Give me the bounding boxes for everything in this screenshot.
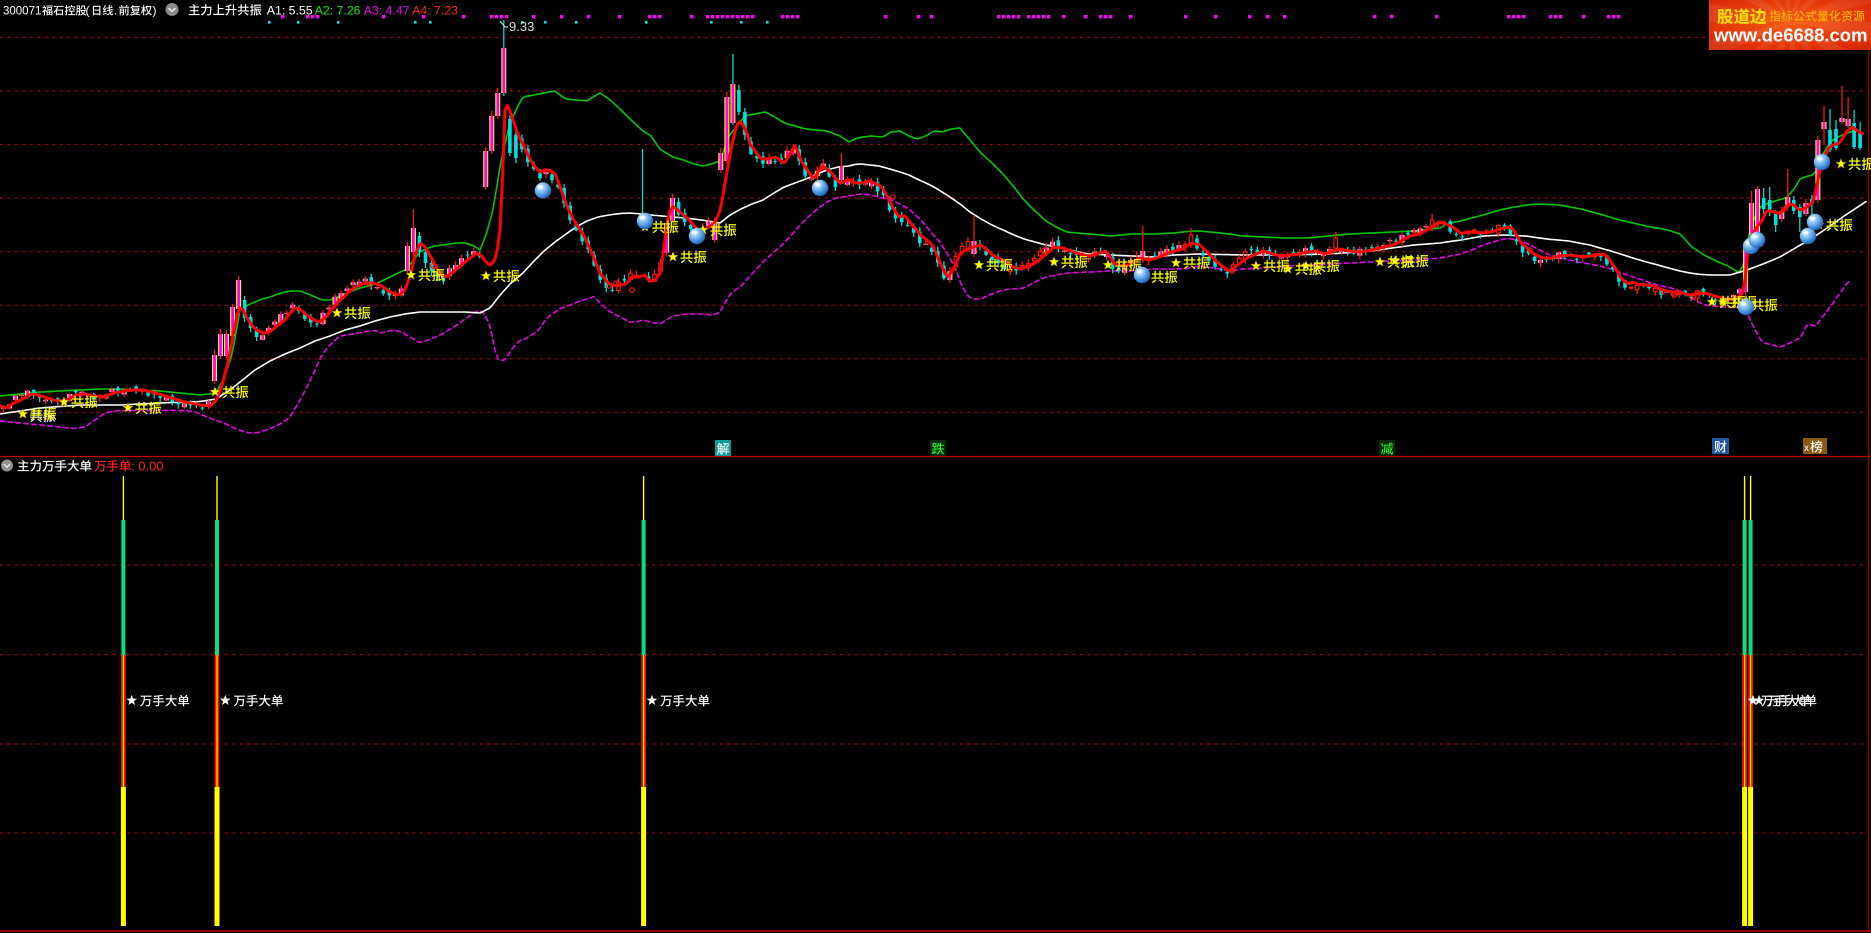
svg-text:A1: 5.55: A1: 5.55 (267, 4, 313, 18)
svg-text:www.de6688.com: www.de6688.com (1713, 25, 1868, 46)
svg-text:(: ( (86, 4, 90, 18)
svg-text:A4: 7.23: A4: 7.23 (412, 4, 458, 18)
svg-text:9.33: 9.33 (509, 19, 534, 34)
svg-text:x: x (1804, 443, 1809, 454)
svg-text:A2: 7.26: A2: 7.26 (315, 4, 361, 18)
svg-text:: 0.00: : 0.00 (131, 459, 164, 474)
svg-text:300071: 300071 (3, 6, 41, 18)
svg-text:.: . (114, 4, 117, 18)
svg-text:A3: 4.47: A3: 4.47 (364, 4, 410, 18)
svg-text:): ) (153, 4, 157, 18)
